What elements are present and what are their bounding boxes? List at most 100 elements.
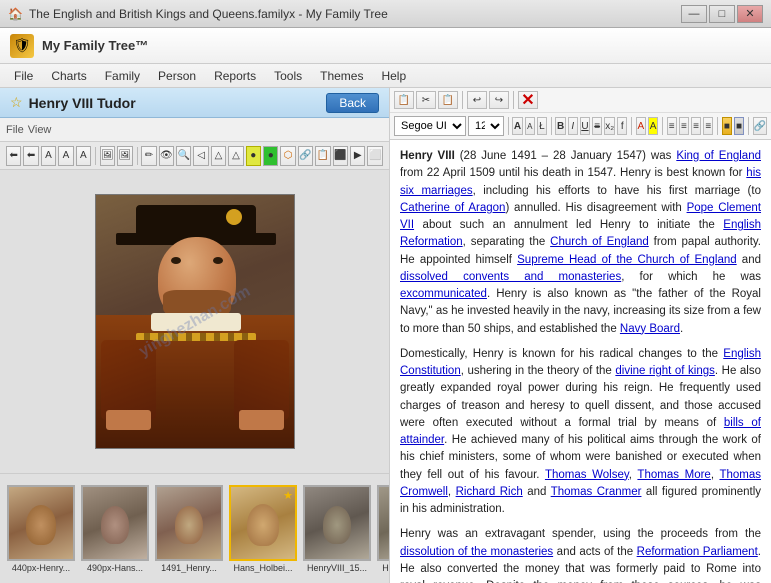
photo-tool-17[interactable]: 🔗: [298, 146, 313, 166]
content-area: ☆ Henry VIII Tudor Back File View ⬅ ⬅ A …: [0, 88, 771, 583]
rt-tool-strikethrough[interactable]: ≡: [592, 117, 602, 135]
link-dissolution[interactable]: dissolution of the monasteries: [400, 546, 553, 558]
photo-tool-12[interactable]: △: [211, 146, 226, 166]
photo-tool-1[interactable]: ⬅: [6, 146, 21, 166]
menu-help[interactable]: Help: [373, 67, 414, 85]
rt-tool-italic[interactable]: I: [568, 117, 578, 135]
photo-tool-6[interactable]: 🖼: [100, 146, 115, 166]
photo-tool-18[interactable]: 📋: [315, 146, 330, 166]
thumbnail-label-5: HenryVIII_15...: [307, 563, 367, 573]
menu-family[interactable]: Family: [97, 67, 148, 85]
photo-tool-7[interactable]: 🖼: [117, 146, 132, 166]
rt-tool-copy[interactable]: 📋: [394, 91, 414, 109]
link-more[interactable]: Thomas More: [637, 469, 710, 481]
rt-tool-align-center[interactable]: ≡: [679, 117, 689, 135]
photo-tool-11[interactable]: ◁: [193, 146, 208, 166]
rt-tool-align-right[interactable]: ≡: [691, 117, 701, 135]
henry-name: Henry VIII: [400, 150, 455, 162]
rt-tool-bold[interactable]: B: [555, 117, 565, 135]
rt-tool-decrease-font[interactable]: A: [525, 117, 535, 135]
link-church[interactable]: Church of England: [550, 236, 649, 248]
link-reformation-parliament[interactable]: Reformation Parliament: [637, 546, 758, 558]
thumbnail-item-1[interactable]: 440px-Henry...: [6, 485, 76, 573]
photo-tool-21[interactable]: ⬜: [367, 146, 382, 166]
thumbnail-item-3[interactable]: 1491_Henry...: [154, 485, 224, 573]
rt-tool-subscript[interactable]: x₂: [604, 117, 615, 135]
thumbnail-label-6: Henry-VIII-ki...: [382, 563, 389, 573]
rt-tool-font-color[interactable]: A: [636, 117, 646, 135]
link-six-marriages[interactable]: his six marriages: [400, 167, 761, 196]
rt-tool-justify[interactable]: ≡: [703, 117, 713, 135]
photo-tool-19[interactable]: ⬛: [333, 146, 348, 166]
thumbnail-image-5: [303, 485, 371, 561]
photo-tool-10[interactable]: 🔍: [176, 146, 191, 166]
left-menu-view[interactable]: View: [28, 124, 52, 136]
rt-tool-highlight[interactable]: A: [648, 117, 658, 135]
thumbnail-item-4[interactable]: ★ Hans_Holbei...: [228, 485, 298, 573]
portrait-eye-left: [171, 257, 181, 264]
rt-tool-active-2[interactable]: ■: [734, 117, 744, 135]
link-bills[interactable]: bills of attainder: [400, 417, 761, 446]
thumbnail-item-6[interactable]: Henry-VIII-ki...: [376, 485, 389, 573]
title-bar-controls: — □ ✕: [681, 5, 763, 23]
photo-tool-3[interactable]: A: [41, 146, 56, 166]
rt-tool-superscript[interactable]: f: [617, 117, 627, 135]
minimize-button[interactable]: —: [681, 5, 707, 23]
link-wolsey[interactable]: Thomas Wolsey: [545, 469, 629, 481]
photo-tool-16[interactable]: ⬡: [280, 146, 295, 166]
rt-tool-delete[interactable]: ✕: [518, 91, 538, 109]
portrait-eye-right: [213, 257, 223, 264]
link-navy-board[interactable]: Navy Board: [620, 323, 680, 335]
menu-charts[interactable]: Charts: [43, 67, 94, 85]
left-menu-file[interactable]: File: [6, 124, 24, 136]
link-rich[interactable]: Richard Rich: [456, 486, 523, 498]
menu-person[interactable]: Person: [150, 67, 204, 85]
rt-tool-undo[interactable]: ↩: [467, 91, 487, 109]
rt-tool-link[interactable]: 🔗: [753, 117, 767, 135]
menu-themes[interactable]: Themes: [312, 67, 371, 85]
photo-tool-13[interactable]: △: [228, 146, 243, 166]
font-family-select[interactable]: Segoe UI: [394, 116, 466, 136]
link-catherine[interactable]: Catherine of Aragon: [400, 202, 505, 214]
rt-tool-active-1[interactable]: ■: [722, 117, 732, 135]
link-divine-right[interactable]: divine right of kings: [615, 365, 715, 377]
maximize-button[interactable]: □: [709, 5, 735, 23]
photo-tool-20[interactable]: ▶: [350, 146, 365, 166]
toolbar-sep-2: [137, 147, 138, 165]
photo-tool-8[interactable]: ✏: [141, 146, 156, 166]
rt-tool-paste[interactable]: 📋: [438, 91, 458, 109]
photo-tool-2[interactable]: ⬅: [23, 146, 38, 166]
portrait-arm-right: [234, 340, 289, 420]
link-excommunicated[interactable]: excommunicated: [400, 288, 487, 300]
menu-file[interactable]: File: [6, 67, 41, 85]
rt-tool-cut[interactable]: ✂: [416, 91, 436, 109]
font-size-select[interactable]: 12: [468, 116, 504, 136]
photo-tool-14[interactable]: ●: [246, 146, 261, 166]
thumbnail-label-3: 1491_Henry...: [161, 563, 217, 573]
toolbar-sep-1: [95, 147, 96, 165]
menu-tools[interactable]: Tools: [266, 67, 310, 85]
main-portrait: [95, 194, 295, 449]
photo-tool-15[interactable]: ●: [263, 146, 278, 166]
photo-tool-9[interactable]: 👁: [159, 146, 174, 166]
rt-tool-increase-font[interactable]: A: [512, 117, 522, 135]
text-content-area[interactable]: Henry VIII (28 June 1491 – 28 January 15…: [390, 140, 771, 583]
link-supreme-head[interactable]: Supreme Head of the Church of England: [517, 254, 737, 266]
rt-tool-underline[interactable]: U: [580, 117, 590, 135]
link-cranmer[interactable]: Thomas Cranmer: [551, 486, 642, 498]
rt-tool-align-left[interactable]: ≡: [667, 117, 677, 135]
link-king-of-england[interactable]: King of England: [676, 150, 761, 162]
thumbnail-item-2[interactable]: 490px-Hans...: [80, 485, 150, 573]
photo-tool-4[interactable]: A: [58, 146, 73, 166]
thumbnail-item-5[interactable]: HenryVIII_15...: [302, 485, 372, 573]
back-button[interactable]: Back: [326, 93, 379, 113]
close-button[interactable]: ✕: [737, 5, 763, 23]
menu-bar: File Charts Family Person Reports Tools …: [0, 64, 771, 88]
title-bar-text: The English and British Kings and Queens…: [29, 7, 388, 21]
rt-tool-redo[interactable]: ↪: [489, 91, 509, 109]
menu-reports[interactable]: Reports: [206, 67, 264, 85]
rt-tool-font-options[interactable]: Ł: [537, 117, 547, 135]
photo-tool-5[interactable]: A: [76, 146, 91, 166]
link-dissolved[interactable]: dissolved convents and monasteries: [400, 271, 621, 283]
app-header: 🛡 My Family Tree™: [0, 28, 771, 64]
